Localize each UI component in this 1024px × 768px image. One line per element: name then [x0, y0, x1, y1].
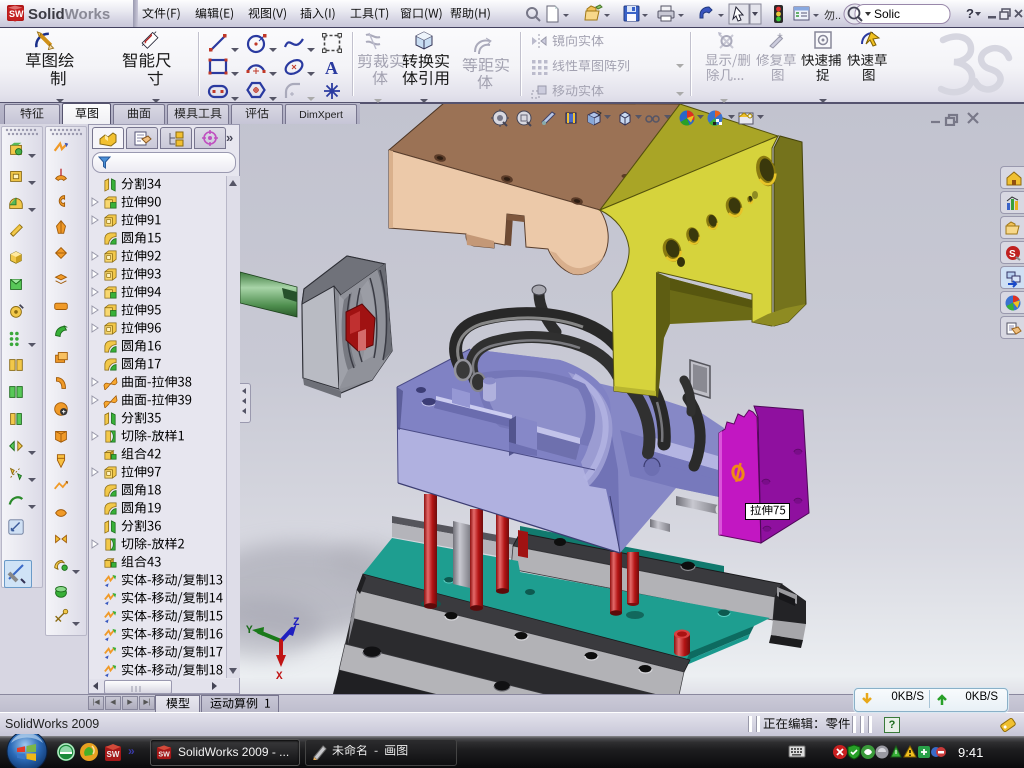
svg-text:SW: SW [107, 750, 120, 759]
svg-text:»: » [128, 744, 135, 758]
svg-text:Y: Y [246, 625, 253, 637]
svg-text:Z: Z [293, 617, 300, 629]
svg-text:SW: SW [158, 750, 170, 758]
svg-text:?: ? [966, 6, 974, 21]
svg-text:A: A [325, 58, 338, 78]
svg-text:勿..: 勿.. [824, 9, 841, 22]
svg-text:+: + [777, 31, 783, 42]
svg-text:SolidWorks: SolidWorks [28, 6, 110, 23]
svg-text:SW: SW [9, 9, 24, 19]
svg-text:X: X [276, 671, 283, 683]
svg-text:S: S [1009, 249, 1016, 260]
svg-text:Solic: Solic [874, 7, 900, 21]
